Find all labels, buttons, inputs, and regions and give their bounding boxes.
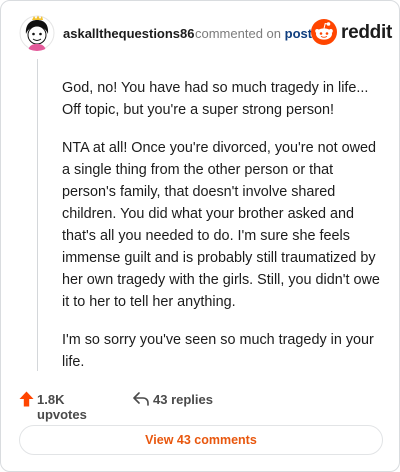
view-comments-button[interactable]: View 43 comments [19, 425, 383, 455]
thread-line [37, 59, 38, 371]
user-avatar[interactable] [19, 15, 55, 51]
comment-paragraph: NTA at all! Once you're divorced, you're… [62, 140, 380, 310]
comment-paragraph: God, no! You have had so much tragedy in… [62, 80, 369, 118]
upvote-count: 1.8K upvotes [37, 392, 87, 422]
reddit-brand[interactable]: reddit [311, 17, 392, 47]
upvote-button[interactable]: 1.8K upvotes [19, 390, 115, 422]
comment-body: God, no! You have had so much tragedy in… [62, 77, 382, 389]
comment-meta: commented on post [195, 26, 312, 41]
reply-count: 43 replies [153, 392, 213, 407]
comment-header: askallthequestions86 commented on post r… [19, 15, 392, 55]
commented-on-text: commented on [195, 26, 281, 41]
reddit-logo-icon [311, 19, 337, 45]
post-link[interactable]: post [285, 26, 312, 41]
reddit-wordmark: reddit [341, 22, 392, 43]
replies-button[interactable]: 43 replies [133, 390, 223, 410]
cartoon-avatar-icon [19, 15, 55, 51]
comment-card: askallthequestions86 commented on post r… [0, 0, 400, 472]
username[interactable]: askallthequestions86 [63, 26, 195, 41]
reply-arrow-icon [133, 392, 149, 406]
upvote-arrow-icon [19, 391, 34, 407]
comment-actions: 1.8K upvotes 43 replies [19, 389, 385, 422]
comment-paragraph: I'm so sorry you've seen so much tragedy… [62, 332, 374, 370]
